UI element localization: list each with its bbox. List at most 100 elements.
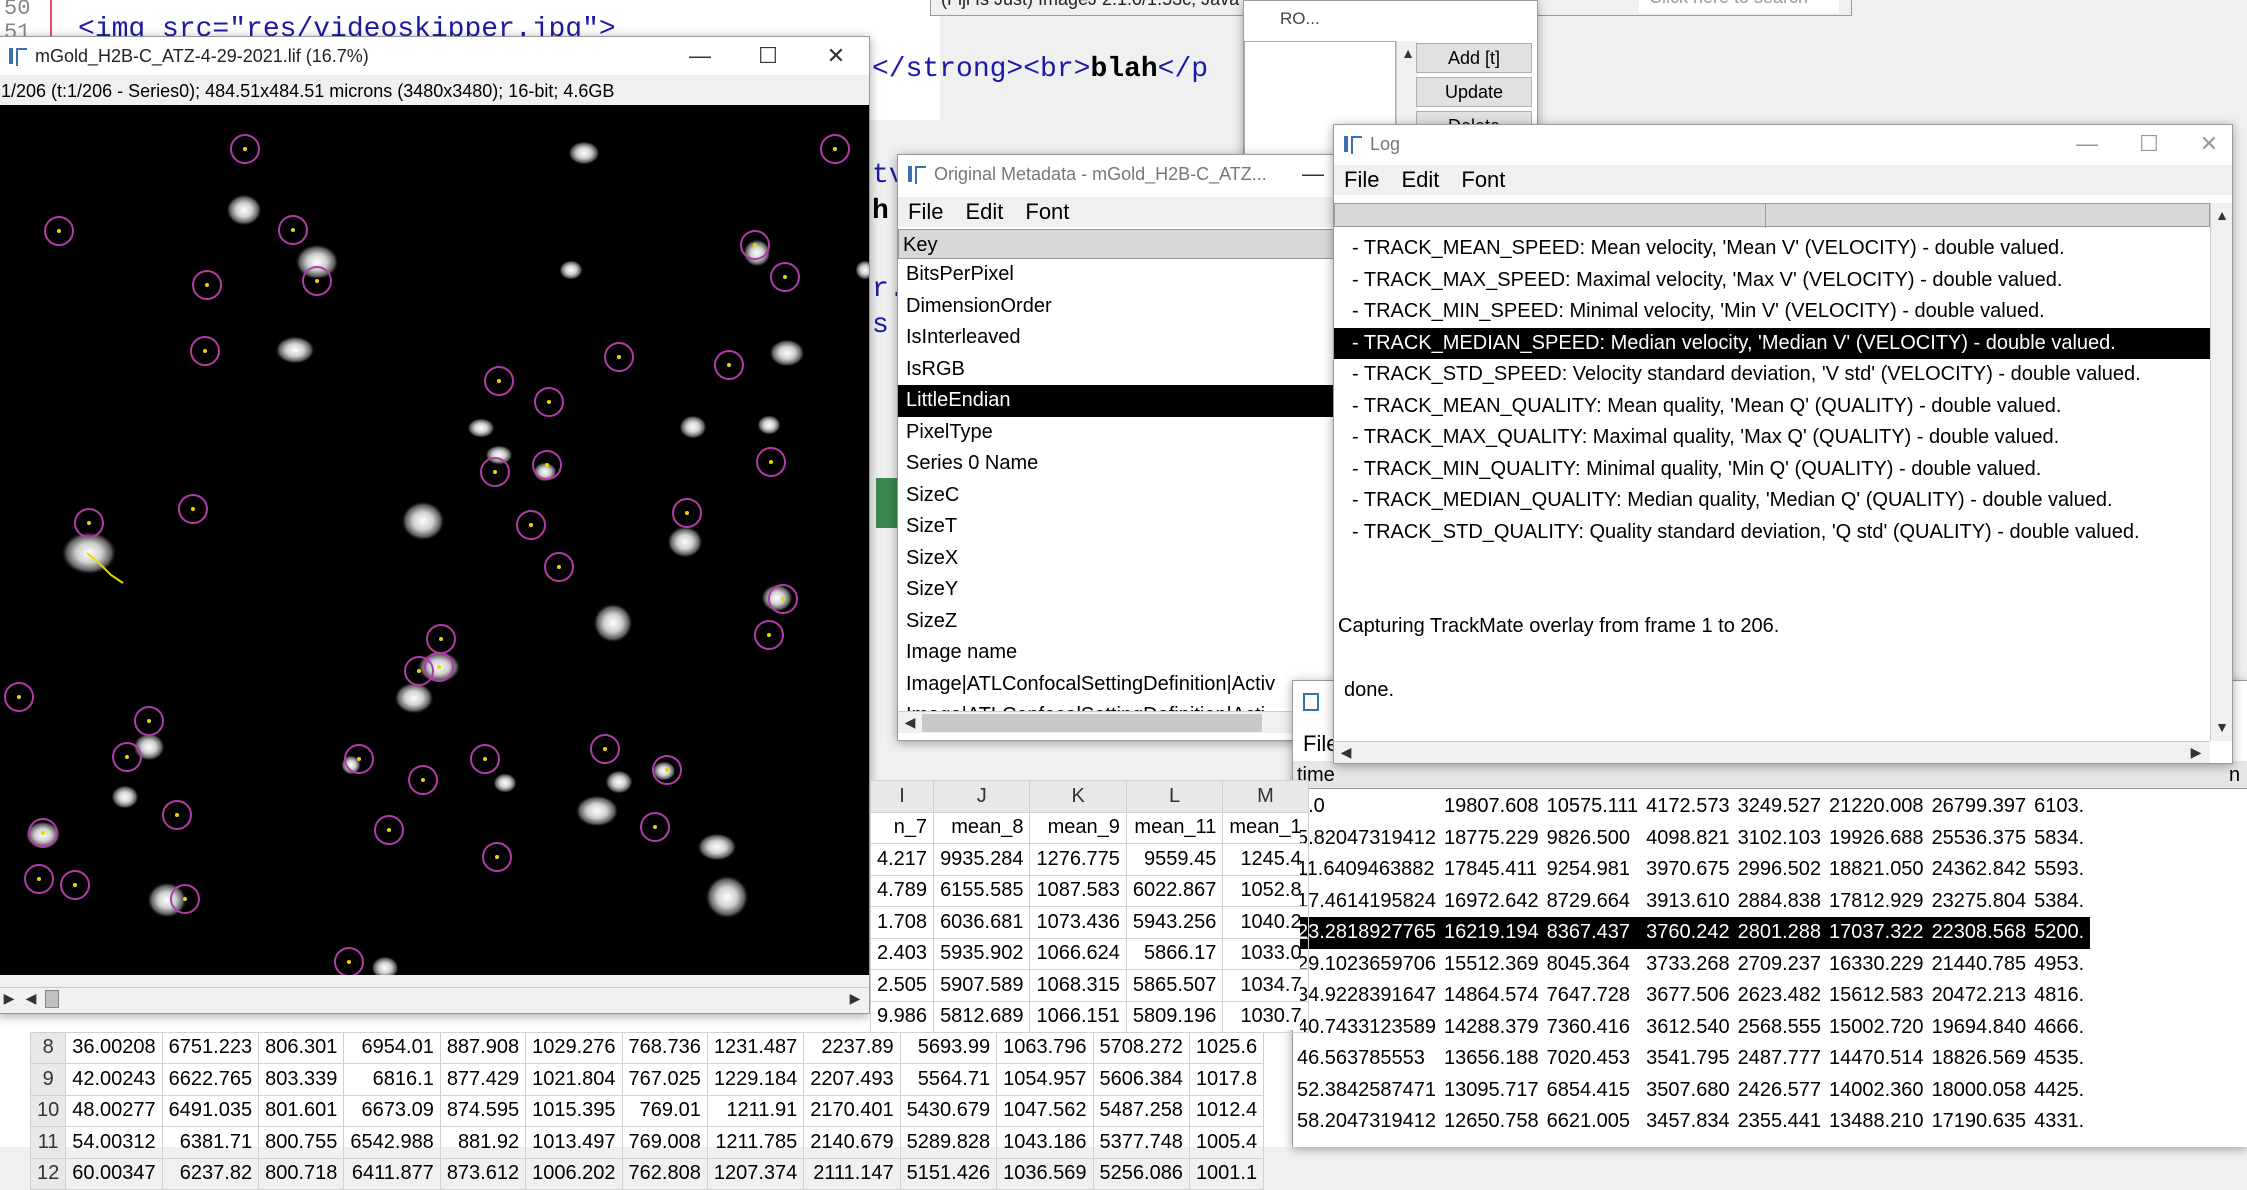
scroll-right-icon[interactable]: ▶ — [2186, 742, 2206, 762]
sheet-cell[interactable]: 6381.71 — [161, 1126, 260, 1159]
sheet-cell[interactable]: 1021.804 — [525, 1063, 623, 1096]
minimize-icon[interactable]: — — [1288, 155, 1336, 193]
scroll-down-icon[interactable]: ▼ — [2212, 717, 2232, 737]
sheet-cell[interactable]: 1211.785 — [706, 1126, 805, 1159]
sheet-cell[interactable]: 1073.436 — [1029, 906, 1127, 939]
results-row[interactable]: 29.1023659706 15512.369 8045.364 3733.268 27… — [1293, 949, 2090, 981]
sheet-cell[interactable]: 6542.988 — [343, 1126, 441, 1159]
image-canvas[interactable] — [0, 105, 869, 975]
row-number[interactable]: 11 — [29, 1126, 67, 1159]
sheet-cell[interactable]: 768.736 — [621, 1031, 708, 1064]
sheet-cell[interactable]: 60.00347 — [65, 1157, 163, 1190]
slice-thumb[interactable] — [45, 990, 59, 1008]
results-row[interactable]: 17.4614195824 16972.642 8729.664 3913.610 28… — [1293, 886, 2090, 918]
sheet-cell[interactable]: 2170.401 — [803, 1094, 901, 1127]
metadata-key-row[interactable]: SizeZ — [898, 606, 1336, 638]
log-hscroll[interactable]: ◀ ▶ — [1334, 741, 2210, 763]
sheet-cell[interactable]: 1013.497 — [525, 1126, 623, 1159]
metadata-key-row[interactable]: SizeC — [898, 480, 1336, 512]
sheet-cell[interactable]: 4.217 — [869, 843, 935, 876]
metadata-key-row[interactable]: IsInterleaved — [898, 322, 1336, 354]
sheet-cell[interactable]: 5866.17 — [1125, 937, 1224, 970]
sheet-cell[interactable]: 5907.589 — [933, 969, 1031, 1002]
sheet-cell[interactable]: 800.755 — [258, 1126, 345, 1159]
sheet-cell[interactable]: 1211.91 — [706, 1094, 805, 1127]
row-number[interactable]: 9 — [29, 1063, 67, 1096]
column-letter[interactable]: M — [1222, 780, 1309, 813]
sheet-cell[interactable]: 6751.223 — [161, 1031, 260, 1064]
sheet-cell[interactable]: 1231.487 — [706, 1031, 805, 1064]
scroll-left-icon[interactable]: ◀ — [21, 988, 41, 1008]
results-row[interactable]: 40.7433123589 14288.379 7360.416 3612.540 25… — [1293, 1012, 2090, 1044]
sheet-cell[interactable]: 5289.828 — [899, 1126, 998, 1159]
sheet-cell[interactable]: 1087.583 — [1029, 874, 1127, 907]
scroll-up-icon[interactable]: ▲ — [1398, 43, 1418, 63]
close-icon[interactable]: ✕ — [2184, 125, 2232, 163]
close-icon[interactable]: ✕ — [811, 37, 861, 75]
log-vscroll[interactable]: ▲ ▼ — [2210, 203, 2232, 741]
sheet-cell[interactable]: 1025.6 — [1188, 1031, 1265, 1064]
menu-font[interactable]: Font — [1461, 167, 1505, 193]
scroll-up-icon[interactable]: ▲ — [2212, 205, 2232, 225]
sheet-cell[interactable]: 2140.679 — [803, 1126, 901, 1159]
sheet-cell[interactable]: 4.789 — [869, 874, 935, 907]
sheet-cell[interactable]: 800.718 — [258, 1157, 345, 1190]
metadata-key-row[interactable]: Series 0 Name — [898, 448, 1336, 480]
column-letter[interactable]: J — [933, 780, 1031, 813]
metadata-key-row[interactable]: Image|ATLConfocalSettingDefinition|Activ — [898, 669, 1336, 701]
sheet-cell[interactable]: 877.429 — [439, 1063, 527, 1096]
sheet-cell[interactable]: 874.595 — [439, 1094, 527, 1127]
sheet-cell[interactable]: 2.403 — [869, 937, 935, 970]
sheet-cell[interactable]: 1276.775 — [1029, 843, 1127, 876]
metadata-key-row[interactable]: SizeX — [898, 543, 1336, 575]
sheet-cell[interactable]: 2111.147 — [803, 1157, 901, 1190]
fiji-search-input[interactable]: Click here to search — [1639, 0, 1839, 13]
header-last[interactable]: n — [2229, 761, 2240, 789]
row-number[interactable]: 10 — [29, 1094, 67, 1127]
sheet-cell[interactable]: 6036.681 — [933, 906, 1031, 939]
sheet-cell[interactable]: 6411.877 — [343, 1157, 441, 1190]
sheet-cell[interactable]: 801.601 — [258, 1094, 345, 1127]
sheet-cell[interactable]: 1068.315 — [1029, 969, 1127, 1002]
sheet-cell[interactable]: 1052.8 — [1222, 874, 1309, 907]
sheet-cell[interactable]: 1207.374 — [706, 1157, 805, 1190]
sheet-cell[interactable]: 5430.679 — [899, 1094, 998, 1127]
metadata-key-row[interactable]: SizeT — [898, 511, 1336, 543]
log-line[interactable]: - TRACK_MAX_QUALITY: Maximal quality, 'M… — [1334, 422, 2210, 454]
minimize-icon[interactable]: — — [675, 37, 725, 75]
sheet-cell[interactable]: 881.92 — [439, 1126, 527, 1159]
sheet-cell[interactable]: 48.00277 — [65, 1094, 163, 1127]
sheet-cell[interactable]: 42.00243 — [65, 1063, 163, 1096]
sheet-cell[interactable]: 1015.395 — [525, 1094, 623, 1127]
results-row[interactable]: 5.82047319412 18775.229 9826.500 4098.821 31… — [1293, 823, 2090, 855]
sheet-cell[interactable]: 5943.256 — [1125, 906, 1224, 939]
menu-font[interactable]: Font — [1025, 199, 1069, 225]
metadata-key-row[interactable]: IsRGB — [898, 354, 1336, 386]
log-line[interactable]: - TRACK_MAX_SPEED: Maximal velocity, 'Ma… — [1334, 265, 2210, 297]
sheet-cell[interactable]: 6155.585 — [933, 874, 1031, 907]
play-icon[interactable]: ▶ — [0, 988, 19, 1008]
metadata-column-header[interactable]: Key — [898, 229, 1336, 259]
sheet-cell[interactable]: 6491.035 — [161, 1094, 260, 1127]
sheet-cell[interactable]: 1005.4 — [1188, 1126, 1265, 1159]
sheet-cell[interactable]: 5708.272 — [1092, 1031, 1190, 1064]
sheet-cell[interactable]: 6622.765 — [161, 1063, 260, 1096]
sheet-cell[interactable]: 5809.196 — [1125, 1000, 1224, 1033]
sheet-cell[interactable]: 9.986 — [869, 1000, 935, 1033]
update-roi-button[interactable]: Update — [1416, 77, 1532, 107]
sheet-cell[interactable]: 1034.7 — [1222, 969, 1309, 1002]
sheet-cell[interactable]: 1066.151 — [1029, 1000, 1127, 1033]
log-line[interactable]: - TRACK_STD_QUALITY: Quality standard de… — [1334, 517, 2210, 549]
sheet-cell[interactable]: 54.00312 — [65, 1126, 163, 1159]
sheet-cell[interactable]: 1229.184 — [706, 1063, 805, 1096]
metadata-key-row[interactable]: Image name — [898, 637, 1336, 669]
sheet-cell[interactable]: 6022.867 — [1125, 874, 1224, 907]
log-line[interactable]: - TRACK_MEDIAN_QUALITY: Median quality, … — [1334, 485, 2210, 517]
sheet-cell[interactable]: 6954.01 — [343, 1031, 441, 1064]
sheet-cell[interactable]: 36.00208 — [65, 1031, 163, 1064]
minimize-icon[interactable]: — — [2062, 125, 2112, 163]
sheet-cell[interactable]: 5564.71 — [899, 1063, 998, 1096]
sheet-cell[interactable]: 9935.284 — [933, 843, 1031, 876]
sheet-cell[interactable]: 1040.2 — [1222, 906, 1309, 939]
column-letter[interactable]: L — [1125, 780, 1224, 813]
